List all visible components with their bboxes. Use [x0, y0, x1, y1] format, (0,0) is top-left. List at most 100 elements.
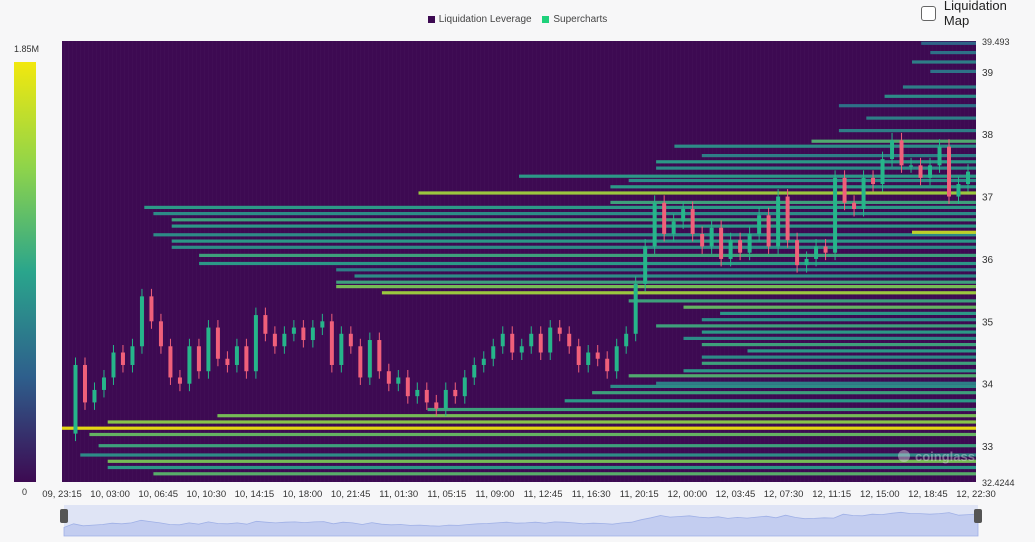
candle-body [462, 377, 467, 397]
liquidation-band [354, 274, 976, 278]
liquidation-band [930, 51, 976, 55]
candle-body [472, 364, 477, 378]
candle-body [804, 258, 809, 266]
liquidation-band [336, 268, 976, 272]
candle-body [177, 377, 182, 384]
liquidation-band [628, 299, 976, 303]
liquidation-band [80, 453, 977, 457]
liquidation-band [199, 261, 977, 266]
candle-body [595, 352, 600, 359]
liquidation-band [610, 185, 976, 189]
candle-body [652, 202, 657, 247]
candle-body [329, 321, 334, 365]
candle-body [149, 296, 154, 322]
candle-body [291, 327, 296, 334]
candle-body [168, 346, 173, 378]
candle-body [814, 246, 819, 259]
candle-body [548, 327, 553, 353]
candle-body [937, 146, 942, 166]
liquidation-band [107, 465, 976, 470]
candle-body [719, 227, 724, 259]
candle-body [92, 389, 97, 403]
liquidation-band [921, 41, 976, 45]
candle-body [871, 177, 876, 185]
liquidation-band [912, 230, 976, 234]
x-tick-label: 11, 09:00 [475, 489, 514, 500]
liquidation-band [62, 426, 976, 430]
candle-body [367, 340, 372, 378]
candle-body [728, 240, 733, 259]
x-tick-label: 12, 15:00 [860, 489, 900, 500]
x-tick-label: 11, 16:30 [572, 489, 611, 500]
liquidation-band [838, 104, 976, 108]
liquidation-band [107, 420, 976, 424]
liquidation-band [519, 174, 976, 178]
x-tick-label: 10, 10:30 [187, 489, 227, 500]
candle-body [928, 165, 933, 178]
liquidation-band [747, 349, 976, 353]
y-bottom-label: 32.4244 [982, 478, 1015, 488]
liquidation-band [336, 280, 976, 284]
colorbar-min-label: 0 [22, 487, 27, 497]
liquidation-band [171, 239, 976, 243]
x-tick-label: 10, 06:45 [138, 489, 178, 500]
x-axis: 09, 23:15 10, 03:00 10, 06:45 10, 10:30 10, … [42, 489, 996, 500]
liquidation-band [912, 60, 976, 64]
candle-body [690, 209, 695, 234]
liquidation-band [701, 330, 976, 334]
candle-body [453, 389, 458, 397]
candle-body [776, 196, 781, 247]
watermark-text: coinglass [915, 449, 975, 464]
candle-body [633, 283, 638, 334]
candle-body [339, 333, 344, 365]
x-tick-label: 10, 03:00 [90, 489, 130, 500]
liquidation-band [153, 472, 976, 476]
liquidation-band [171, 218, 976, 222]
liquidation-band [89, 432, 976, 437]
liquidation-band [217, 414, 976, 418]
x-tick-label: 12, 22:30 [956, 489, 996, 500]
liquidation-band [418, 191, 976, 195]
candle-body [120, 352, 125, 365]
candle-body [538, 333, 543, 353]
candle-body [681, 209, 686, 222]
liquidation-band [171, 224, 976, 228]
x-tick-label: 12, 18:45 [908, 489, 948, 500]
range-navigator[interactable] [60, 505, 982, 537]
candle-body [272, 333, 277, 347]
liquidation-band [336, 285, 976, 289]
coinglass-logo-icon [898, 450, 910, 462]
candle-body [348, 333, 353, 347]
candle-body [225, 358, 230, 365]
x-tick-label: 10, 18:00 [283, 489, 323, 500]
y-tick-label: 35 [982, 317, 994, 328]
candle-body [481, 358, 486, 365]
candle-body [956, 184, 961, 197]
candle-body [662, 202, 667, 234]
candle-body [434, 402, 439, 409]
candle-body [82, 364, 87, 403]
liquidation-band [98, 444, 977, 448]
x-tick-label: 11, 05:15 [427, 489, 466, 500]
candle-body [443, 389, 448, 409]
navigator-right-handle[interactable] [974, 509, 982, 523]
candle-body [310, 327, 315, 341]
candle-body [510, 333, 515, 353]
candle-body [842, 177, 847, 203]
liquidation-band [381, 291, 976, 295]
liquidation-band [656, 166, 976, 170]
candle-body [890, 140, 895, 160]
liquidation-band [683, 369, 976, 373]
liquidation-band [153, 212, 976, 216]
navigator-left-handle[interactable] [60, 509, 68, 523]
candle-body [909, 165, 914, 167]
liquidation-band [902, 85, 976, 89]
candle-body [766, 215, 771, 247]
x-tick-label: 11, 12:45 [524, 489, 563, 500]
candle-body [605, 358, 610, 372]
candle-body [519, 346, 524, 353]
candle-body [358, 346, 363, 378]
candle-body [111, 352, 116, 378]
candle-body [263, 315, 268, 334]
candle-body [557, 327, 562, 334]
